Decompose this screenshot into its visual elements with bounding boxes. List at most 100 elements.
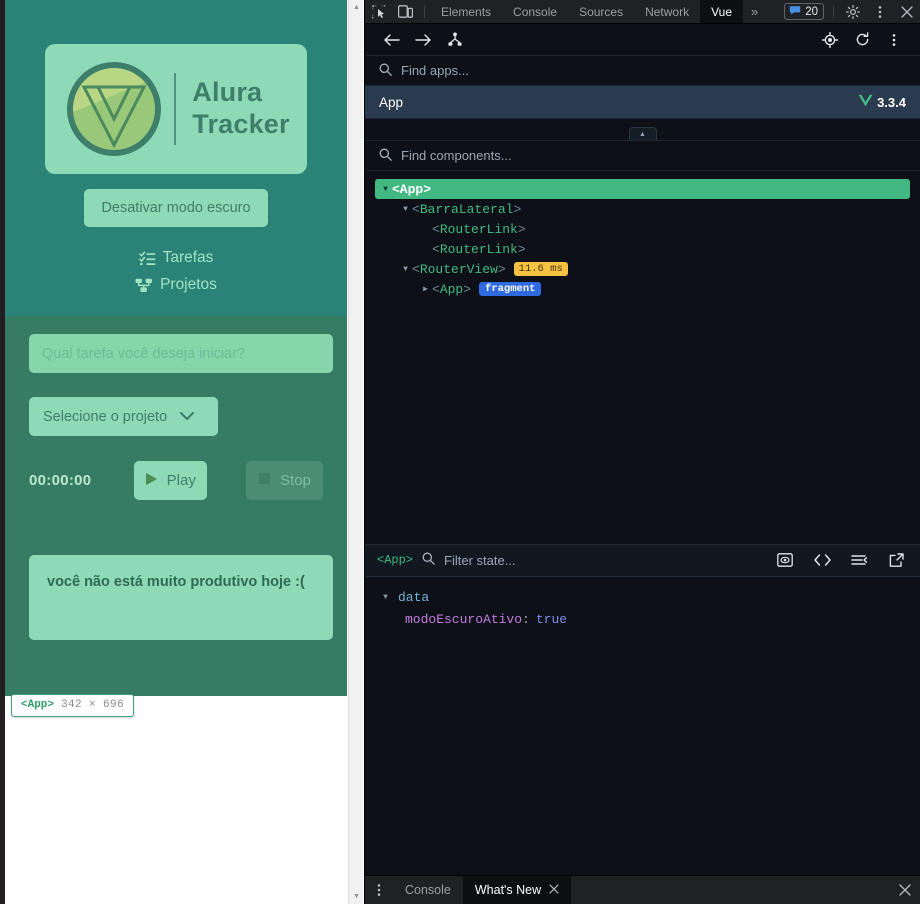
task-form: Selecione o projeto 00:00:00 [5,334,347,500]
scroll-down-arrow-icon[interactable]: ▼ [349,889,364,904]
toolbar-divider-2 [833,5,834,18]
logo-divider [174,73,177,145]
issues-badge[interactable]: 20 [784,3,824,20]
sitemap-icon [135,278,153,293]
screen: Alura Tracker Desativar modo escuro Tare… [0,0,920,904]
app-logo-card: Alura Tracker [45,44,307,174]
task-description-input[interactable] [29,334,333,373]
vue-devtools-toolbar [365,24,920,56]
arrow-right-icon[interactable] [407,26,439,54]
app-name: App [379,94,404,110]
find-apps-row[interactable]: Find apps... [365,56,920,86]
app-title: Alura Tracker [192,77,289,141]
tree-node[interactable]: ▼<RouterLink> [365,219,920,239]
state-panel-body: ▼ data modoEscuroAtivo: true [365,576,920,875]
drawer-tab-label: What's New [474,883,542,897]
project-select[interactable]: Selecione o projeto [29,397,218,436]
select-component-icon[interactable] [814,26,846,54]
stop-icon [258,472,271,489]
gear-icon[interactable] [839,0,866,23]
inspector-highlight-tooltip: <App> 342 × 696 [11,694,135,717]
tree-node-label: <RouterView> [412,261,506,277]
app-title-line2: Tracker [192,109,290,139]
checklist-icon [138,251,156,266]
inspect-dom-icon[interactable] [771,547,799,573]
open-in-window-icon[interactable] [882,547,910,573]
collapse-apps-toggle[interactable]: ▲ [628,127,657,140]
page-scrollbar[interactable]: ▲ ▼ [348,0,363,904]
arrow-left-icon[interactable] [375,26,407,54]
find-components-row[interactable]: Find components... [365,141,920,171]
drawer-tab-console[interactable]: Console [393,876,463,904]
collapse-all-icon[interactable] [845,547,873,573]
play-button[interactable]: Play [133,461,207,500]
vue-logo-icon [62,57,166,161]
app-version: 3.3.4 [877,94,906,110]
caret-down-icon[interactable]: ▼ [379,593,392,602]
app-title-line1: Alura [192,77,263,108]
tree-node[interactable]: ▼ <App> [375,179,910,199]
sidebar-item-tarefas[interactable]: Tarefas [138,249,213,267]
inspect-element-icon[interactable] [365,0,392,23]
tree-node[interactable]: ▼<RouterLink> [365,239,920,259]
timer-display: 00:00:00 [29,472,92,489]
drawer-tab-label: Console [405,883,451,897]
fragment-badge: fragment [479,282,542,296]
tab-sources[interactable]: Sources [568,0,634,23]
drawer-spacer [571,876,890,904]
play-button-label: Play [166,472,196,489]
filter-state-placeholder: Filter state... [444,552,516,568]
caret-right-icon[interactable]: ▶ [419,284,432,294]
device-toolbar-icon[interactable] [392,0,419,23]
find-components-placeholder: Find components... [401,148,512,163]
open-in-editor-icon[interactable] [808,547,836,573]
state-entry-key: modoEscuroAtivo [405,612,523,627]
tab-vue[interactable]: Vue [700,0,744,23]
component-tree: ▼<App>▼<BarraLateral>▼<RouterLink>▼<Rout… [365,171,920,544]
state-entry-colon: : [522,612,530,627]
kebab-menu-icon[interactable] [878,26,910,54]
tree-node[interactable]: ▼ <BarraLateral> [365,199,920,219]
issues-count: 20 [805,5,818,18]
caret-down-icon[interactable]: ▼ [379,185,392,194]
close-icon[interactable] [549,883,559,897]
close-icon[interactable] [890,876,920,904]
state-entry-value[interactable]: true [536,612,567,627]
app-row[interactable]: App 3.3.4 [365,86,920,119]
state-group[interactable]: ▼ data [365,587,920,609]
state-panel-header: <App> Filter state... [365,543,920,577]
timer-row: 00:00:00 Play Stop [29,461,323,500]
render-time-badge: 11.6 ms [513,262,568,276]
devtools-panel: Elements Console Sources Network Vue » 2… [364,0,920,904]
tree-node[interactable]: ▼ <RouterView> 11.6 ms [365,259,920,279]
state-entry[interactable]: modoEscuroAtivo: true [365,609,920,631]
drawer-tab-whats-new[interactable]: What's New [462,876,572,904]
more-tabs-icon[interactable]: » [743,0,766,23]
kebab-menu-icon[interactable] [866,0,893,23]
toolbar-divider [424,5,425,18]
close-icon[interactable] [893,0,920,23]
tree-node-label: <App> [432,281,472,297]
state-group-label: data [398,590,430,605]
sidebar-nav: Tarefas Projetos [45,249,307,294]
toggle-dark-mode-button[interactable]: Desativar modo escuro [84,189,268,227]
vue-mark-icon [858,94,873,110]
stop-button[interactable]: Stop [245,461,323,500]
play-icon [145,472,158,490]
caret-down-icon[interactable]: ▼ [399,205,412,214]
refresh-icon[interactable] [846,26,878,54]
scroll-up-arrow-icon[interactable]: ▲ [349,0,364,15]
devtools-tabbar: Elements Console Sources Network Vue » 2… [365,0,920,24]
tab-network[interactable]: Network [634,0,700,23]
message-icon [789,5,801,19]
productivity-alert: você não está muito produtivo hoje :( [29,555,333,640]
sidebar-item-projetos[interactable]: Projetos [135,276,217,294]
tab-console[interactable]: Console [502,0,568,23]
tab-elements[interactable]: Elements [430,0,502,23]
tree-node[interactable]: ▶ <App> fragment [365,279,920,299]
main-content: Selecione o projeto 00:00:00 [5,316,347,696]
kebab-menu-icon[interactable] [365,876,393,904]
caret-down-icon[interactable]: ▼ [399,265,412,274]
component-tree-icon[interactable] [439,26,471,54]
